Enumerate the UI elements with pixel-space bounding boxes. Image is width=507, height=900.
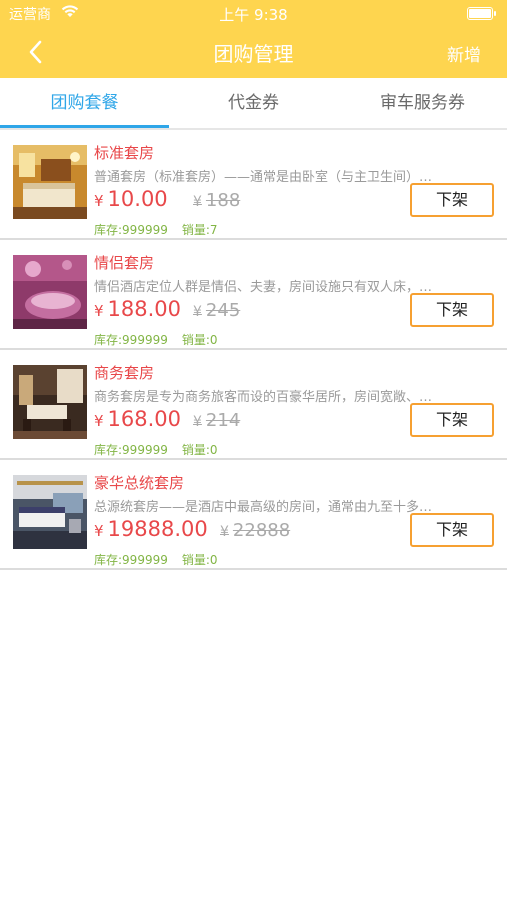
delist-button[interactable]: 下架: [410, 183, 494, 217]
delist-button[interactable]: 下架: [410, 403, 494, 437]
stock-sales: 库存:999999 销量:0: [94, 551, 232, 568]
list-item[interactable]: 情侣套房 情侣酒店定位人群是情侣、夫妻，房间设施只有双人床，… ¥188.00 …: [0, 240, 507, 350]
stock-label: 库存:999999: [94, 223, 168, 237]
sales-label: 销量:7: [181, 223, 218, 237]
original-price: ¥214: [193, 410, 241, 431]
stock-label: 库存:999999: [94, 443, 168, 457]
navigation-bar: 运营商 上午 9:38 团购管理 新增: [0, 0, 507, 78]
list-item[interactable]: 标准套房 普通套房（标准套房）——通常是由卧室（与主卫生间）… ¥10.00 ¥…: [0, 130, 507, 240]
original-price: ¥188: [193, 190, 241, 211]
room-thumbnail: [13, 145, 87, 219]
original-price: ¥245: [193, 300, 241, 321]
list-item[interactable]: 商务套房 商务套房是专为商务旅客而设的百豪华居所，房间宽敞、… ¥168.00 …: [0, 350, 507, 460]
stock-label: 库存:999999: [94, 333, 168, 347]
stock-label: 库存:999999: [94, 553, 168, 567]
sales-label: 销量:0: [181, 443, 218, 457]
status-bar: 运营商 上午 9:38: [0, 0, 507, 26]
stock-sales: 库存:999999 销量:0: [94, 441, 232, 458]
tab-bar: 团购套餐 代金券 审车服务券: [0, 78, 507, 129]
room-thumbnail: [13, 475, 87, 549]
add-button[interactable]: 新增: [447, 41, 481, 66]
sale-price: ¥10.00: [94, 187, 168, 211]
package-name: 商务套房: [94, 364, 155, 382]
tab-inspection-coupon[interactable]: 审车服务券: [338, 78, 507, 128]
package-name: 情侣套房: [94, 254, 155, 272]
sale-price: ¥188.00: [94, 297, 182, 321]
package-name: 豪华总统套房: [94, 474, 185, 492]
status-time: 上午 9:38: [219, 6, 288, 24]
tab-voucher[interactable]: 代金券: [169, 78, 338, 128]
stock-sales: 库存:999999 销量:7: [94, 221, 232, 238]
sale-price: ¥168.00: [94, 407, 182, 431]
sale-price: ¥19888.00: [94, 517, 208, 541]
package-name: 标准套房: [94, 144, 155, 162]
package-list: 标准套房 普通套房（标准套房）——通常是由卧室（与主卫生间）… ¥10.00 ¥…: [0, 130, 507, 570]
room-thumbnail: [13, 255, 87, 329]
battery-icon: [467, 7, 496, 20]
tab-group-package[interactable]: 团购套餐: [0, 78, 169, 128]
delist-button[interactable]: 下架: [410, 513, 494, 547]
stock-sales: 库存:999999 销量:0: [94, 331, 232, 348]
delist-button[interactable]: 下架: [410, 293, 494, 327]
original-price: ¥22888: [220, 520, 291, 541]
room-thumbnail: [13, 365, 87, 439]
sales-label: 销量:0: [181, 553, 218, 567]
page-title: 团购管理: [213, 42, 294, 66]
sales-label: 销量:0: [181, 333, 218, 347]
list-item[interactable]: 豪华总统套房 总源统套房——是酒店中最高级的房间，通常由九至十多… ¥19888…: [0, 460, 507, 570]
